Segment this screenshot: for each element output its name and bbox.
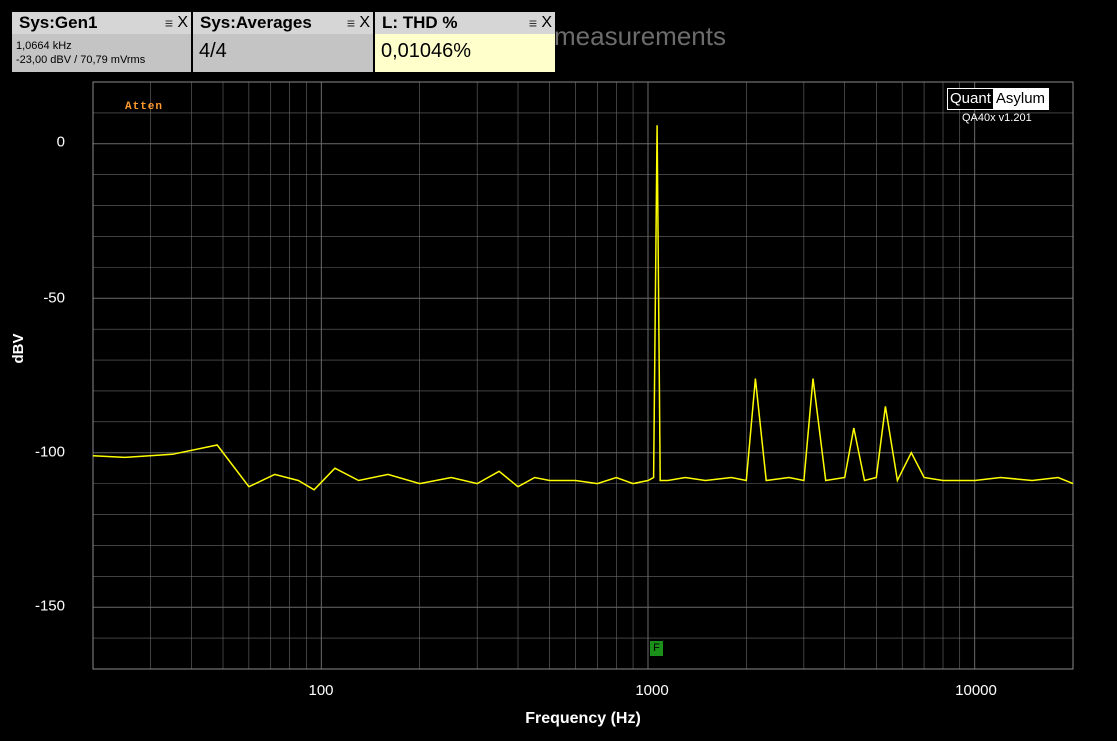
y-tick-label: -50 bbox=[43, 289, 65, 307]
spectrum-trace bbox=[92, 125, 1074, 491]
version-label: QA40x v1.201 bbox=[962, 112, 1032, 124]
spectrum-line bbox=[92, 125, 1074, 491]
y-tick-label: 0 bbox=[56, 133, 65, 151]
x-tick-label: 1000 bbox=[635, 682, 669, 699]
plot-frame bbox=[92, 81, 1074, 670]
y-tick-label: -150 bbox=[34, 597, 65, 615]
y-tick-label: -100 bbox=[34, 443, 65, 461]
x-tick-label: 10000 bbox=[955, 682, 997, 699]
x-axis-label: Frequency (Hz) bbox=[525, 710, 641, 727]
y-axis-label: dBV bbox=[10, 333, 27, 364]
quantasylum-logo: Quant Asylum bbox=[947, 88, 1050, 110]
logo-quant: Quant bbox=[948, 89, 993, 109]
frequency-marker[interactable]: F bbox=[650, 641, 663, 656]
atten-label: Atten bbox=[125, 101, 164, 113]
spectrum-plot[interactable] bbox=[0, 0, 1117, 741]
x-tick-label: 100 bbox=[308, 682, 334, 699]
logo-asylum: Asylum bbox=[992, 89, 1049, 109]
plot-grid bbox=[92, 81, 1074, 670]
